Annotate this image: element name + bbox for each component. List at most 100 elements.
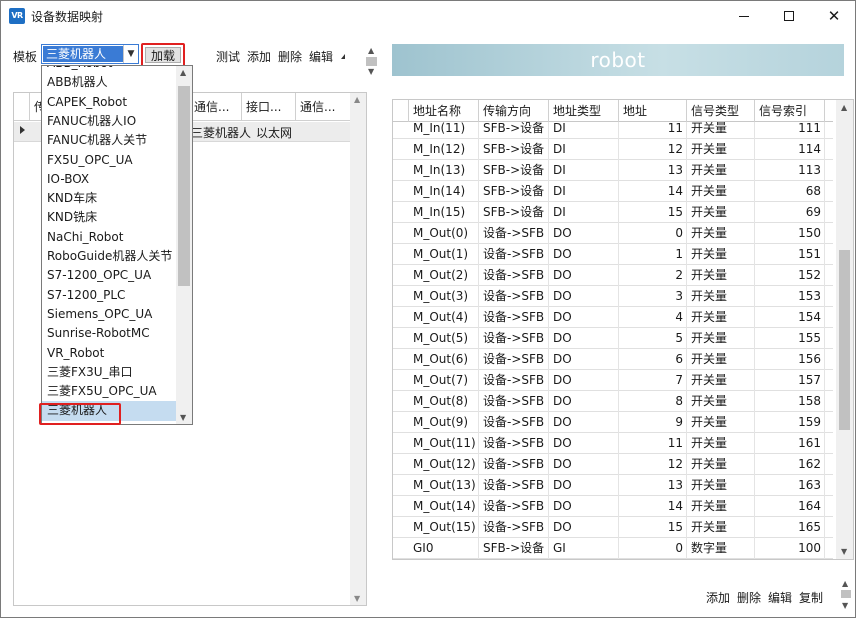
table-cell[interactable]: 设备->SFB — [479, 412, 549, 433]
table-cell[interactable]: DI — [549, 202, 619, 223]
table-cell[interactable]: 开关量 — [687, 391, 755, 412]
table-row[interactable]: M_In(12) SFB->设备 DI 12 开关量 114 — [393, 139, 833, 160]
table-cell[interactable]: GI — [549, 538, 619, 559]
table-row[interactable]: M_Out(0) 设备->SFB DO 0 开关量 150 — [393, 223, 833, 244]
table-cell[interactable]: DO — [549, 433, 619, 454]
table-cell[interactable]: 设备->SFB — [479, 223, 549, 244]
scroll-up-icon[interactable]: ▲ — [180, 68, 186, 77]
table-cell[interactable]: DO — [549, 328, 619, 349]
table-cell[interactable]: M_In(12) — [409, 139, 479, 160]
mapping-edit-button[interactable]: 编辑 — [768, 589, 792, 606]
table-cell[interactable]: 158 — [755, 391, 825, 412]
table-cell[interactable]: M_Out(7) — [409, 370, 479, 391]
table-cell[interactable]: 开关量 — [687, 328, 755, 349]
table-cell[interactable]: 100 — [755, 538, 825, 559]
mapping-col-header[interactable]: 地址 — [619, 100, 687, 122]
table-cell[interactable]: 11 — [619, 433, 687, 454]
mapping-grid-scrollbar[interactable]: ▲ ▼ — [836, 100, 853, 559]
dropdown-option[interactable]: RoboGuide机器人关节 — [42, 247, 176, 266]
table-cell[interactable]: 开关量 — [687, 517, 755, 538]
table-cell[interactable]: 151 — [755, 244, 825, 265]
col-header-3[interactable]: 接口... — [242, 93, 296, 121]
dropdown-option[interactable]: CAPEK_Robot — [42, 93, 176, 112]
table-row[interactable]: M_Out(3) 设备->SFB DO 3 开关量 153 — [393, 286, 833, 307]
table-cell[interactable]: 7 — [619, 370, 687, 391]
table-row[interactable]: M_Out(2) 设备->SFB DO 2 开关量 152 — [393, 265, 833, 286]
table-cell[interactable]: DO — [549, 265, 619, 286]
table-cell[interactable]: M_Out(15) — [409, 517, 479, 538]
table-cell[interactable]: 4 — [619, 307, 687, 328]
table-cell[interactable]: 15 — [619, 517, 687, 538]
dropdown-option[interactable]: IO-BOX — [42, 170, 176, 189]
mapping-col-header[interactable]: 传输方向 — [479, 100, 549, 122]
table-cell[interactable]: 开关量 — [687, 181, 755, 202]
table-cell[interactable]: SFB->设备 — [479, 181, 549, 202]
table-cell[interactable]: 设备->SFB — [479, 307, 549, 328]
toolbar-scrollbar[interactable]: ▲ ▼ — [364, 46, 379, 78]
table-cell[interactable]: 14 — [619, 181, 687, 202]
table-cell[interactable]: SFB->设备 — [479, 139, 549, 160]
scroll-thumb[interactable] — [839, 250, 850, 430]
scroll-down-icon[interactable]: ▼ — [354, 594, 360, 603]
table-cell[interactable]: 开关量 — [687, 370, 755, 391]
table-cell[interactable]: 设备->SFB — [479, 433, 549, 454]
table-cell[interactable]: 设备->SFB — [479, 496, 549, 517]
table-cell[interactable]: 设备->SFB — [479, 517, 549, 538]
dropdown-option[interactable]: NaChi_Robot — [42, 228, 176, 247]
table-cell[interactable]: 设备->SFB — [479, 349, 549, 370]
overflow-triangle-icon[interactable] — [341, 54, 345, 59]
table-cell[interactable]: 开关量 — [687, 139, 755, 160]
scroll-down-icon[interactable]: ▼ — [842, 601, 848, 610]
table-cell[interactable]: 数字量 — [687, 538, 755, 559]
table-cell[interactable]: DO — [549, 475, 619, 496]
table-cell[interactable]: DO — [549, 391, 619, 412]
edit-button[interactable]: 编辑 — [309, 48, 333, 65]
table-row[interactable]: M_Out(4) 设备->SFB DO 4 开关量 154 — [393, 307, 833, 328]
table-cell[interactable]: 69 — [755, 202, 825, 223]
mapping-col-header[interactable]: 信号类型 — [687, 100, 755, 122]
table-cell[interactable]: M_Out(3) — [409, 286, 479, 307]
device-name-cell[interactable]: 三菱机器人 — [191, 124, 251, 141]
table-cell[interactable]: 162 — [755, 454, 825, 475]
scroll-thumb[interactable] — [178, 86, 190, 286]
table-row[interactable]: M_Out(11) 设备->SFB DO 11 开关量 161 — [393, 433, 833, 454]
table-cell[interactable]: 6 — [619, 349, 687, 370]
table-cell[interactable]: 9 — [619, 412, 687, 433]
table-cell[interactable]: 设备->SFB — [479, 454, 549, 475]
table-cell[interactable]: 15 — [619, 202, 687, 223]
table-cell[interactable]: DI — [549, 181, 619, 202]
table-cell[interactable]: 0 — [619, 223, 687, 244]
table-row[interactable]: GI0 SFB->设备 GI 0 数字量 100 — [393, 538, 833, 559]
dropdown-option[interactable]: S7-1200_PLC — [42, 286, 176, 305]
dropdown-option[interactable]: FANUC机器人IO — [42, 112, 176, 131]
table-cell[interactable]: M_In(13) — [409, 160, 479, 181]
scroll-down-icon[interactable]: ▼ — [180, 413, 186, 422]
mapping-col-header[interactable]: 地址名称 — [409, 100, 479, 122]
minimize-button[interactable] — [721, 1, 767, 31]
dropdown-option[interactable]: S7-1200_OPC_UA — [42, 266, 176, 285]
table-cell[interactable]: DO — [549, 349, 619, 370]
add-button[interactable]: 添加 — [247, 48, 271, 65]
chevron-down-icon[interactable]: ▼ — [123, 45, 138, 63]
dropdown-option[interactable]: 三菱FX5U_OPC_UA — [42, 382, 176, 401]
table-cell[interactable]: DO — [549, 496, 619, 517]
table-cell[interactable]: 13 — [619, 160, 687, 181]
table-cell[interactable]: 开关量 — [687, 244, 755, 265]
table-cell[interactable]: 164 — [755, 496, 825, 517]
table-cell[interactable]: 13 — [619, 475, 687, 496]
dropdown-option[interactable]: FANUC机器人关节 — [42, 131, 176, 150]
table-cell[interactable]: M_Out(1) — [409, 244, 479, 265]
table-cell[interactable]: DI — [549, 139, 619, 160]
table-cell[interactable]: 开关量 — [687, 412, 755, 433]
table-cell[interactable]: 165 — [755, 517, 825, 538]
table-cell[interactable]: SFB->设备 — [479, 538, 549, 559]
table-cell[interactable]: 开关量 — [687, 454, 755, 475]
table-row[interactable]: M_Out(9) 设备->SFB DO 9 开关量 159 — [393, 412, 833, 433]
dropdown-option[interactable]: Siemens_OPC_UA — [42, 305, 176, 324]
table-cell[interactable]: 设备->SFB — [479, 475, 549, 496]
table-cell[interactable]: M_Out(8) — [409, 391, 479, 412]
dropdown-option[interactable]: 三菱FX3U_串口 — [42, 363, 176, 382]
dropdown-option[interactable]: VR_Robot — [42, 344, 176, 363]
table-cell[interactable]: 159 — [755, 412, 825, 433]
table-cell[interactable]: 设备->SFB — [479, 391, 549, 412]
